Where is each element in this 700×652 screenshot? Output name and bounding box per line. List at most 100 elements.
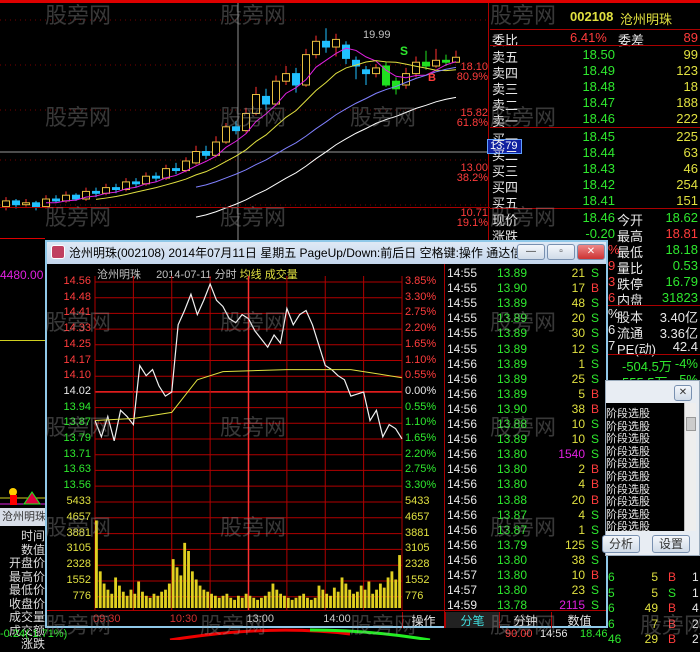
sub-indicator-value: 4480.00 [0,268,44,282]
ask-level[interactable]: 卖四 18.49 123 [490,63,700,81]
trade-row: 14:56 13.87 1 S [447,522,600,537]
volume-bar [344,583,348,608]
volume-bar [137,581,141,608]
pct-tick: 3.30% [405,290,437,303]
settings-button[interactable]: 设置 [652,535,690,553]
scrollbar[interactable] [684,403,696,531]
trade-row: 14:56 13.89 25 S [447,371,600,386]
trade-row: 14:56 13.79 125 S [447,537,600,552]
volume-bar [275,589,279,608]
volume-bar [206,591,210,608]
buy-signal: B [428,72,436,84]
volume-bar [133,593,137,608]
volume-tick-right: 3881 [405,526,430,539]
trade-row: 14:55 13.90 17 B [447,281,600,296]
volume-bar [313,597,317,608]
pct-tick: 3.30% [405,479,437,492]
fib-level: 15.82 61.8% [456,107,488,129]
moving-average-line [46,47,457,204]
fib-level: 10.71 19.1% [456,207,488,229]
volume-bar [267,591,271,608]
divider [0,207,490,208]
pct-tick: 1.10% [405,416,437,429]
candle [252,86,260,116]
stat-row: 最高 18.81 [617,226,698,244]
tab-ticks[interactable]: 分笔 [445,612,499,628]
bottom-curve [169,628,431,640]
price-tick: 13.87 [63,416,91,429]
trade-row: 14:56 13.88 10 S [447,417,600,431]
price-tick: 13.63 [63,463,91,476]
candle [2,197,10,211]
selection-item[interactable]: 阶段选股 [606,518,650,534]
fib-level: 18.10 80.9% [456,61,488,83]
volume-bar [175,567,179,608]
volume-bar [221,595,225,608]
volume-tick-right: 776 [405,589,424,602]
bottom-price: 18.46 [580,628,608,640]
fib-level: 13.00 38.2% [456,162,488,184]
tab-operate[interactable]: 操作 [402,612,444,628]
side-trade-row: 67B2 [608,616,699,631]
close-button[interactable]: ✕ [577,244,605,260]
price-tick: 14.02 [63,384,91,397]
volume-bar [332,587,336,608]
pct-tick: 2.20% [405,322,437,335]
bid-level[interactable]: 买四 18.42 254 [490,177,700,195]
top-border [0,0,700,3]
volume-bar [298,595,302,608]
kline-chart[interactable] [0,0,490,240]
trade-row: 14:57 13.80 23 S [447,583,600,598]
volume-bar [118,585,121,608]
intraday-popup-window[interactable]: 沧州明珠(002108) 2014年07月11日 星期五 PageUp/Down… [45,240,608,628]
volume-bar [398,555,401,608]
volume-bar [148,597,152,608]
candle [242,107,250,133]
price-tick: 13.94 [63,400,91,413]
bottom-time: 14:56 [540,628,568,640]
volume-tick: 1552 [66,574,91,586]
volume-bar [102,583,106,608]
bid-level[interactable]: 买五 18.41 151 [490,193,700,211]
volume-tick: 3881 [66,526,91,539]
bid-level[interactable]: 买一 18.45 225 [490,129,700,147]
pct-tick: 2.75% [405,463,437,476]
price-tick: 14.33 [63,322,91,335]
maximize-button[interactable]: ▫ [547,244,575,260]
minimize-button[interactable]: — [517,244,545,260]
volume-bar [382,587,386,608]
volume-bar [171,559,175,608]
candle [232,121,240,135]
pct-tick: 1.10% [405,353,437,366]
volume-bar [160,591,164,608]
ask-level[interactable]: 卖五 18.50 99 [490,47,700,65]
candle [382,62,390,87]
volume-bar [394,579,398,608]
trade-row: 14:56 13.87 4 S [447,507,600,522]
pct-tick: 2.75% [405,306,437,319]
intraday-chart[interactable] [47,242,445,628]
trade-row: 14:56 13.80 38 S [447,552,600,567]
left-tab-stock[interactable]: 沧州明珠 [0,508,46,526]
fund-row: 流通 3.36亿 [617,326,698,341]
price-tick: 13.56 [63,479,91,492]
candle [372,64,380,78]
dialog-close-button[interactable]: ✕ [674,385,692,401]
trade-row: 14:56 13.80 4 B [447,477,600,492]
ask-level[interactable]: 卖三 18.48 18 [490,79,700,97]
bid-level[interactable]: 买三 18.43 46 [490,161,700,179]
tab-minutes[interactable]: 分钟 [499,612,551,628]
price-tick: 14.17 [63,353,91,366]
analyze-button[interactable]: 分析 [602,535,640,553]
tab-values[interactable]: 数值 [551,612,607,628]
volume-bar [286,597,290,608]
bid-level[interactable]: 买二 18.44 63 [490,145,700,163]
volume-bar [240,597,244,608]
ask-level[interactable]: 卖二 18.47 188 [490,95,700,113]
ask-level[interactable]: 卖一 18.46 222 [490,111,700,129]
volume-bar [348,589,352,608]
stock-selection-dialog[interactable]: ✕ 阶段选股 阶段选股 阶段选股 阶段选股 阶段选股 阶段选股 阶段选股 阶段选股 阶段选股 阶段… [602,380,700,556]
pct-tick: 3.85% [405,275,437,287]
trade-row: 14:55 13.89 21 S [447,266,600,280]
selection-list[interactable]: 阶段选股 阶段选股 阶段选股 阶段选股 阶段选股 阶段选股 阶段选股 阶段选股 阶段选股 阶段选股 [606,403,684,534]
